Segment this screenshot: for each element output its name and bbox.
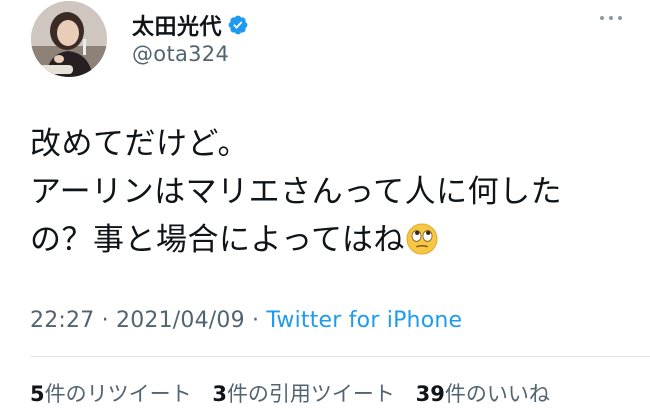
author-block: 太田光代 @ota324 <box>132 10 249 66</box>
verified-badge-icon <box>227 14 249 36</box>
likes-label: 件のいいね <box>444 382 550 406</box>
avatar-photo <box>31 1 107 77</box>
tweet-source-link[interactable]: Twitter for iPhone <box>266 308 462 333</box>
tweet-text-line: 改めてだけど。 <box>30 126 249 162</box>
meta-separator: · <box>94 308 116 333</box>
tweet: 太田光代 @ota324 改めてだけど。 アーリンはマリエさんって人に何した の… <box>0 0 650 408</box>
meta-separator: · <box>244 308 267 333</box>
retweets-stat[interactable]: 5件のリツイート <box>30 382 192 406</box>
retweets-count: 5 <box>30 382 45 406</box>
tweet-text-segment: の？事と場合によってはね <box>30 222 405 258</box>
quotes-stat[interactable]: 3件の引用ツイート <box>212 382 395 406</box>
engagement-stats: 5件のリツイート 3件の引用ツイート 39件のいいね <box>30 378 564 408</box>
tweet-text: 改めてだけど。 アーリンはマリエさんって人に何した の？事と場合によってはね <box>30 120 630 264</box>
quotes-label: 件の引用ツイート <box>226 382 395 406</box>
tweet-text-line: アーリンはマリエさんって人に何した <box>30 174 563 210</box>
more-options-icon[interactable] <box>600 12 622 24</box>
likes-stat[interactable]: 39件のいいね <box>416 382 550 406</box>
name-row: 太田光代 <box>132 10 249 40</box>
likes-count: 39 <box>415 382 445 406</box>
face-with-rolling-eyes-icon <box>405 222 439 256</box>
tweet-meta: 22:27 · 2021/04/09 · Twitter for iPhone <box>30 308 462 333</box>
tweet-time[interactable]: 22:27 <box>30 308 94 333</box>
user-handle[interactable]: @ota324 <box>132 42 249 66</box>
divider <box>30 356 650 357</box>
quotes-count: 3 <box>212 382 227 406</box>
tweet-date[interactable]: 2021/04/09 <box>116 308 245 333</box>
retweets-label: 件のリツイート <box>44 382 192 406</box>
display-name[interactable]: 太田光代 <box>132 9 222 41</box>
avatar[interactable] <box>31 1 107 77</box>
tweet-text-line: の？事と場合によってはね <box>30 216 630 264</box>
